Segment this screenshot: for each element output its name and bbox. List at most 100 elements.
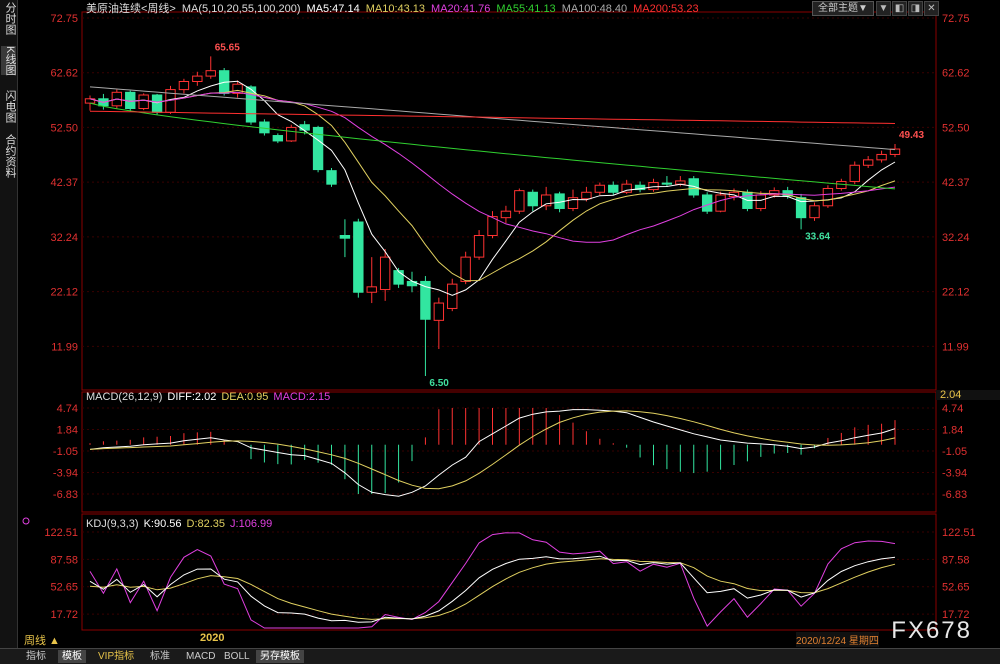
main-y-tick-left: 52.50: [50, 122, 78, 134]
macd-header-item: DEA:0.95: [221, 391, 268, 403]
kdj-y-tick-left: 122.51: [44, 527, 78, 539]
cursor-date: 2020/12/24 星期四: [796, 632, 879, 647]
macd-header: MACD(26,12,9) DIFF:2.02 DEA:0.95 MACD:2.15: [86, 391, 330, 403]
kdj-y-tick-left: 17.72: [50, 609, 78, 621]
ma100-line: [89, 86, 896, 151]
macd-header-item: DIFF:2.02: [167, 391, 216, 403]
kdj-y-tick-left: 87.58: [50, 554, 78, 566]
candle-body: [661, 182, 673, 185]
candle-body: [755, 194, 767, 209]
bottom-tab-0[interactable]: 指标: [22, 650, 50, 663]
macd-header-item: MACD:2.15: [273, 391, 330, 403]
candle-body: [299, 124, 310, 131]
main-y-tick-right: 42.37: [942, 177, 970, 189]
price-annotation: 65.65: [215, 42, 240, 53]
candle-body: [353, 221, 364, 293]
macd-y-tick-right: -3.94: [942, 468, 967, 480]
window-control-0[interactable]: ▼: [876, 1, 891, 16]
bottom-tab-4[interactable]: MACD: [182, 650, 219, 663]
main-y-tick-left: 32.24: [50, 232, 78, 244]
ma10-line: [89, 89, 896, 282]
theme-select[interactable]: 全部主题▼: [812, 1, 874, 16]
watermark-logo: FX678: [891, 617, 972, 644]
kdj-panel-frame: [81, 513, 937, 631]
kdj-y-tick-left: 52.65: [50, 582, 78, 594]
kdj-header-item: KDJ(9,3,3): [86, 518, 139, 530]
candle-body: [473, 235, 485, 258]
macd-y-tick-right: 1.84: [942, 425, 963, 437]
macd-y-tick-right: -1.05: [942, 446, 967, 458]
ma-legend-item: MA10:43.13: [366, 3, 425, 15]
main-y-tick-right: 22.12: [942, 287, 970, 299]
main-y-tick-left: 22.12: [50, 287, 78, 299]
candle-body: [433, 302, 445, 321]
main-y-tick-left: 42.37: [50, 177, 78, 189]
candle-body: [822, 187, 834, 207]
candle-body: [151, 94, 163, 113]
candle-body: [366, 286, 377, 293]
candle-body: [889, 148, 901, 155]
main-header: 美原油连续<周线> MA(5,10,20,55,100,200) MA5:47.14…: [86, 1, 699, 15]
candle-body: [675, 180, 686, 185]
candle-body: [447, 283, 458, 309]
kdj-y-tick-right: 87.58: [942, 554, 970, 566]
macd-y-tick-right: -6.83: [942, 489, 967, 501]
bottom-toolbar: 指标 模板 VIP指标 标准 MACD BOLL 另存模板: [0, 648, 1000, 664]
macd-header-item: MACD(26,12,9): [86, 391, 162, 403]
window-control-3[interactable]: ✕: [924, 1, 939, 16]
period-selector[interactable]: 周线 ▲: [24, 632, 60, 648]
kdj-header: KDJ(9,3,3) K:90.56 D:82.35 J:106.99: [86, 518, 272, 530]
x-axis-year-label: 2020: [200, 632, 224, 644]
bottom-tab-1[interactable]: 模板: [58, 650, 86, 663]
main-y-tick-right: 11.99: [942, 341, 969, 353]
candle-body: [192, 75, 203, 82]
candle-body: [594, 184, 606, 193]
main-y-tick-left: 72.75: [50, 13, 78, 25]
ma55-line: [89, 102, 896, 190]
kdj-header-item: K:90.56: [144, 518, 182, 530]
candle-body: [272, 135, 284, 142]
candle-body: [514, 190, 525, 212]
kdj-header-item: J:106.99: [230, 518, 272, 530]
instrument-name: 美原油连续<周线>: [86, 1, 176, 15]
macd-current-value: 2.04: [940, 389, 961, 401]
ma-legend-item: MA5:47.14: [307, 3, 360, 15]
candle-body: [393, 270, 404, 285]
candle-body: [138, 94, 149, 110]
candle-body: [581, 191, 592, 200]
candle-body: [205, 70, 216, 77]
candle-body: [701, 194, 713, 212]
kdj-y-tick-right: 52.65: [942, 582, 970, 594]
candle-body: [379, 256, 391, 291]
ma-legend-item: MA55:41.13: [496, 3, 555, 15]
main-y-tick-right: 52.50: [942, 122, 970, 134]
macd-y-tick-left: -3.94: [53, 468, 78, 480]
candle-body: [326, 170, 337, 185]
candle-body: [527, 191, 538, 207]
candle-body: [862, 159, 874, 166]
candle-body: [500, 210, 512, 219]
window-control-1[interactable]: ◧: [892, 1, 907, 16]
window-control-2[interactable]: ◨: [908, 1, 923, 16]
main-y-tick-right: 62.62: [942, 68, 970, 80]
kdj-y-tick-right: 122.51: [942, 527, 976, 539]
candle-body: [648, 182, 659, 191]
candle-body: [715, 194, 726, 212]
bottom-tab-2[interactable]: VIP指标: [94, 650, 138, 663]
price-annotation: 6.50: [429, 378, 449, 389]
macd-y-tick-left: -6.83: [53, 489, 78, 501]
ma-legend-item: MA100:48.40: [562, 3, 627, 15]
candle-body: [809, 205, 820, 219]
chart-canvas: 美原油连续<周线> MA(5,10,20,55,100,200) MA5:47.14…: [22, 1, 1000, 644]
candle-body: [876, 153, 887, 161]
ma-legend-item: MA(5,10,20,55,100,200): [182, 3, 301, 15]
ma-legend-item: MA20:41.76: [431, 3, 490, 15]
bottom-tab-3[interactable]: 标准: [146, 650, 174, 663]
ma-legend-item: MA200:53.23: [633, 3, 698, 15]
bottom-tab-5[interactable]: BOLL: [220, 650, 254, 663]
kdj-settings-icon: [22, 517, 30, 525]
kdj-header-item: D:82.35: [187, 518, 226, 530]
bottom-tab-6[interactable]: 另存模板: [256, 650, 304, 663]
macd-y-tick-left: -1.05: [53, 446, 78, 458]
macd-y-tick-left: 4.74: [57, 403, 78, 415]
